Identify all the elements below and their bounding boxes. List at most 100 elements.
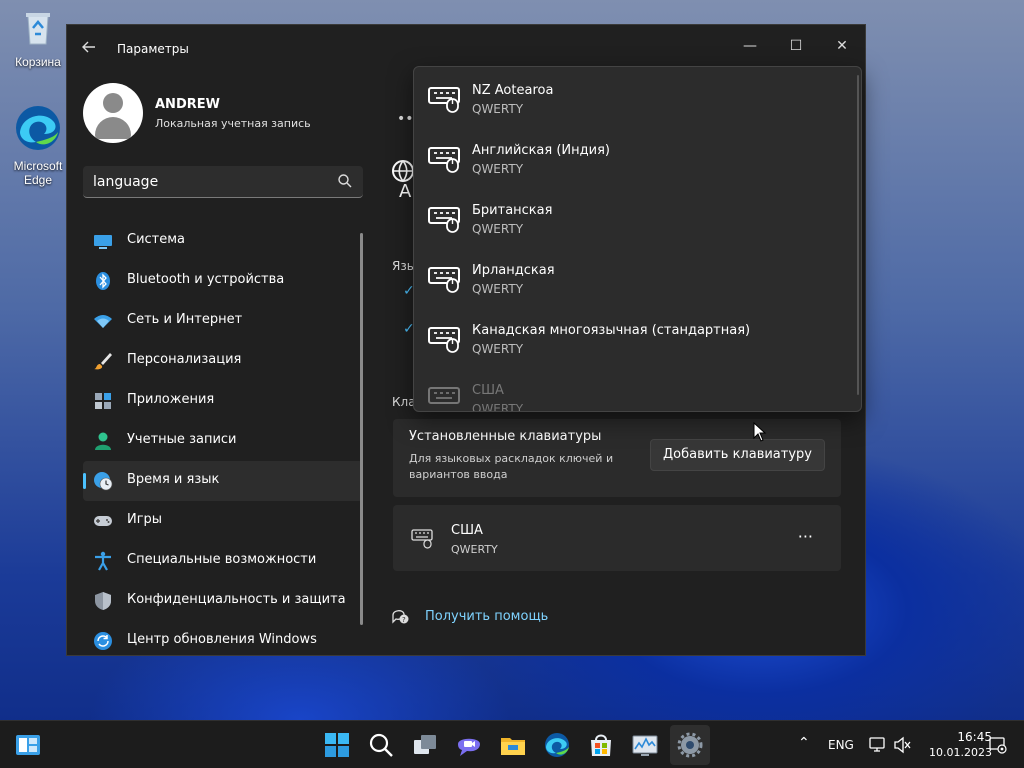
search-icon[interactable] (337, 173, 353, 189)
keyboard-layout: QWERTY (451, 543, 498, 556)
dropdown-item[interactable]: NZ Aotearoa QWERTY (414, 67, 854, 127)
dropdown-item-layout: QWERTY (472, 102, 524, 116)
keyboard-more-button[interactable]: ··· (798, 527, 813, 546)
file-explorer-icon[interactable] (499, 731, 527, 759)
monitor-icon (94, 235, 112, 249)
recycle-bin-icon (26, 13, 50, 45)
installed-keyboards-title: Установленные клавиатуры (409, 429, 602, 444)
account-type: Локальная учетная запись (155, 117, 311, 130)
user-profile[interactable]: ANDREW Локальная учетная запись (83, 83, 363, 143)
sidebar-item-network[interactable]: Сеть и Интернет (83, 301, 363, 341)
more-dots-icon[interactable]: •• (397, 111, 414, 127)
keyboard-icon (411, 529, 433, 549)
widgets-icon[interactable] (14, 731, 42, 759)
clock-time[interactable]: 16:45 (940, 730, 992, 744)
minimize-button[interactable]: — (727, 31, 773, 61)
maximize-button[interactable]: ☐ (773, 31, 819, 61)
sidebar-scrollbar[interactable] (360, 233, 363, 625)
chat-icon[interactable] (455, 731, 483, 759)
window-title: Параметры (117, 42, 189, 56)
settings-gear-icon[interactable] (676, 731, 704, 759)
dropdown-item-name: Британская (472, 203, 553, 218)
sidebar-item-accounts[interactable]: Учетные записи (83, 421, 363, 461)
sidebar-item-privacy[interactable]: Конфиденциальность и защита (83, 581, 363, 621)
edge-label: Microsoft Edge (13, 159, 63, 187)
wifi-icon (94, 315, 112, 328)
sidebar-item-system[interactable]: Система (83, 221, 363, 261)
keyboard-row-us: США QWERTY ··· (393, 505, 841, 571)
taskbar: ⌃ ENG 16:45 10.01.2023 (0, 720, 1024, 768)
resource-monitor-icon[interactable] (631, 731, 659, 759)
desktop-icon-edge[interactable]: Microsoft Edge (6, 104, 70, 187)
installed-keyboards-card: Установленные клавиатуры Для языковых ра… (393, 419, 841, 497)
back-arrow-icon (82, 41, 95, 53)
keyboard-layout-dropdown: NZ Aotearoa QWERTY Английская (Индия) QW… (413, 66, 862, 412)
keyboard-icon (428, 267, 460, 293)
add-keyboard-button[interactable]: Добавить клавиатуру (650, 439, 825, 471)
keyboard-icon (428, 147, 460, 173)
dropdown-item[interactable]: Английская (Индия) QWERTY (414, 127, 854, 187)
bluetooth-icon (96, 272, 110, 290)
dropdown-item-layout: QWERTY (472, 222, 524, 236)
search-icon[interactable] (367, 731, 395, 759)
keyboard-icon (428, 87, 460, 113)
dropdown-item-layout: QWERTY (472, 342, 524, 356)
clock-date[interactable]: 10.01.2023 (920, 746, 992, 759)
shield-icon (95, 592, 111, 610)
dropdown-item-name: США (472, 383, 504, 398)
volume-muted-icon[interactable] (893, 735, 913, 755)
input-language-indicator[interactable]: ENG (828, 738, 854, 752)
task-view-icon[interactable] (411, 731, 439, 759)
svg-text:?: ? (402, 616, 406, 624)
section-keyboards-label: Кла (392, 395, 416, 409)
dropdown-item-name: Английская (Индия) (472, 143, 610, 158)
edge-browser-icon[interactable] (543, 731, 571, 759)
start-windows-icon[interactable] (323, 731, 351, 759)
sidebar-item-label: Учетные записи (127, 432, 237, 447)
sidebar-item-label: Bluetooth и устройства (127, 272, 285, 287)
dropdown-item-layout: QWERTY (472, 282, 524, 296)
user-name: ANDREW (155, 97, 220, 112)
sidebar-item-bluetooth[interactable]: Bluetooth и устройства (83, 261, 363, 301)
search-box[interactable] (83, 166, 363, 198)
dropdown-item[interactable]: Ирландская QWERTY (414, 247, 854, 307)
notification-settings-icon[interactable] (988, 735, 1008, 755)
svg-text:A: A (399, 181, 412, 199)
tray-chevron-up-icon[interactable]: ⌃ (798, 735, 810, 751)
dropdown-item-layout: QWERTY (472, 402, 524, 412)
dropdown-item-name: NZ Aotearoa (472, 83, 554, 98)
sidebar-item-personalization[interactable]: Персонализация (83, 341, 363, 381)
keyboard-icon (428, 207, 460, 233)
get-help-label: Получить помощь (425, 609, 549, 624)
sidebar-item-accessibility[interactable]: Специальные возможности (83, 541, 363, 581)
dropdown-item[interactable]: Британская QWERTY (414, 187, 854, 247)
recycle-bin-label: Корзина (15, 55, 61, 69)
sidebar-item-gaming[interactable]: Игры (83, 501, 363, 541)
keyboard-name: США (451, 523, 483, 538)
apps-icon (95, 393, 111, 409)
dropdown-item[interactable]: Канадская многоязычная (стандартная) QWE… (414, 307, 854, 367)
sidebar-item-time-language[interactable]: Время и язык (83, 461, 363, 501)
network-icon[interactable] (868, 735, 888, 755)
dropdown-item-name: Ирландская (472, 263, 555, 278)
dropdown-item[interactable]: США QWERTY (414, 367, 854, 412)
sidebar-item-label: Центр обновления Windows (127, 632, 317, 647)
keyboard-icon (428, 387, 460, 404)
sidebar-item-windows-update[interactable]: Центр обновления Windows (83, 621, 363, 655)
search-input[interactable] (93, 172, 323, 192)
close-button[interactable]: ✕ (819, 31, 865, 61)
sidebar-item-label: Игры (127, 512, 163, 527)
dropdown-item-name: Канадская многоязычная (стандартная) (472, 323, 751, 338)
dropdown-scrollbar[interactable] (857, 75, 859, 395)
help-icon: ? (392, 610, 409, 624)
gamepad-icon (94, 516, 112, 526)
edge-icon (16, 106, 60, 150)
dropdown-item-layout: QWERTY (472, 162, 524, 176)
sidebar-item-apps[interactable]: Приложения (83, 381, 363, 421)
sidebar-item-label: Специальные возможности (127, 552, 317, 567)
avatar (83, 83, 143, 143)
microsoft-store-icon[interactable] (587, 731, 615, 759)
sidebar-item-label: Конфиденциальность и защита (127, 592, 346, 607)
back-button[interactable] (81, 39, 101, 59)
desktop-icon-recycle-bin[interactable]: Корзина (6, 8, 70, 69)
